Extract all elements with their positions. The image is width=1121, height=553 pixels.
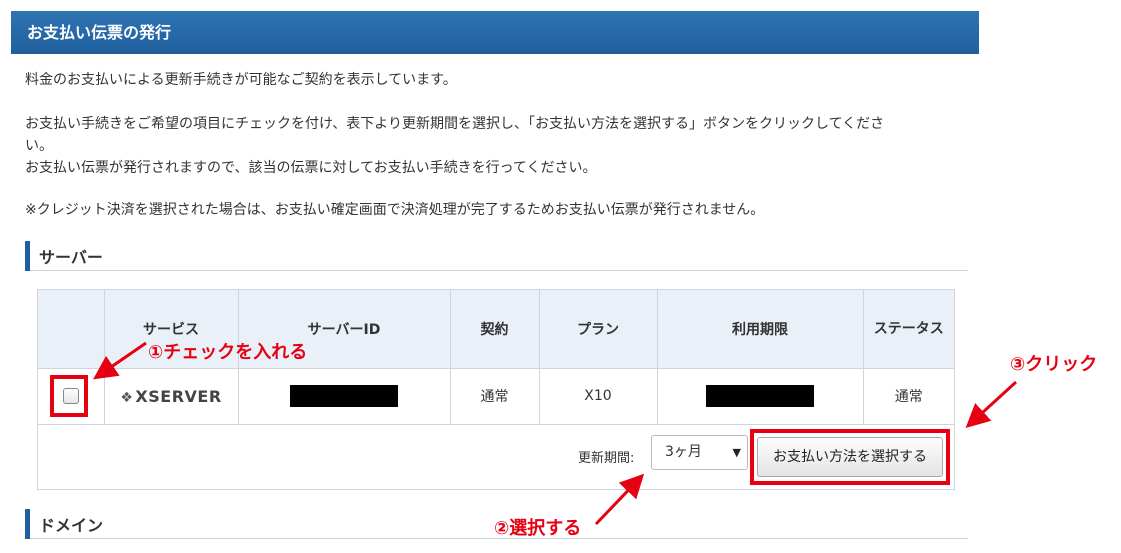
arrow-step3 [965,380,1018,429]
annotation-arrows [93,341,1018,526]
arrow-step1 [93,341,147,380]
arrow-step2 [594,473,645,526]
